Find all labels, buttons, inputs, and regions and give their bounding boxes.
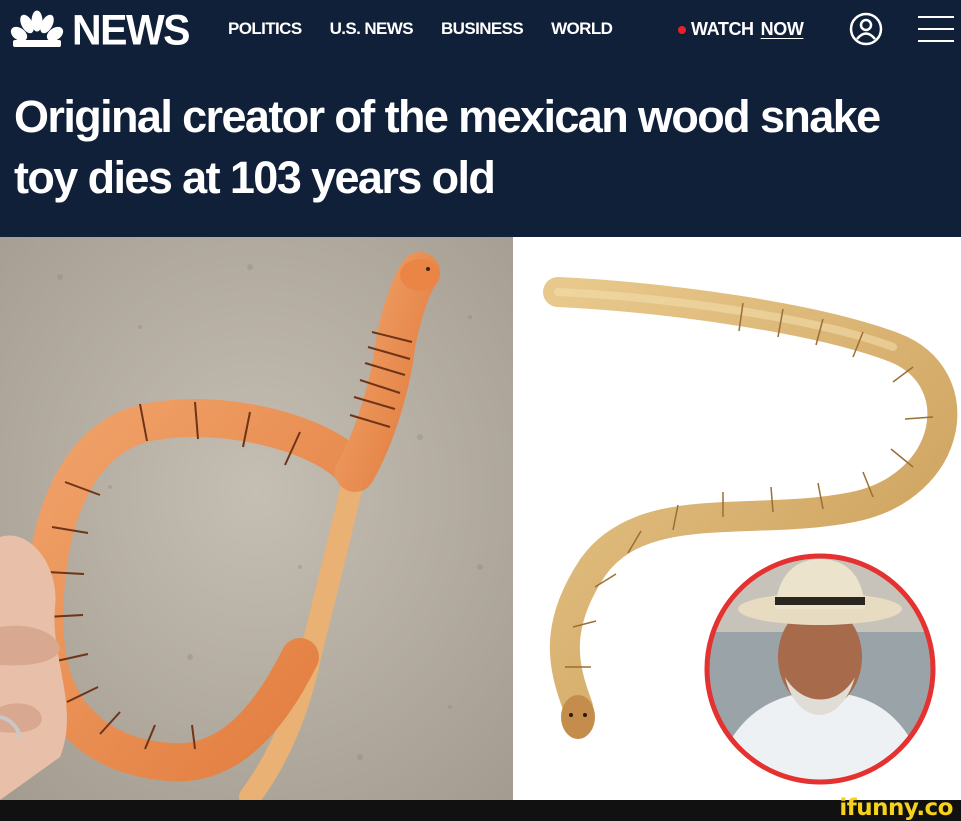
peacock-logo-icon bbox=[10, 10, 64, 47]
main-nav: POLITICS U.S. NEWS BUSINESS WORLD bbox=[228, 19, 640, 39]
nav-us-news[interactable]: U.S. NEWS bbox=[330, 19, 414, 39]
nav-business[interactable]: BUSINESS bbox=[441, 19, 524, 39]
logo-wordmark: NEWS bbox=[72, 5, 191, 54]
watch-now-label: NOW bbox=[760, 19, 804, 39]
snake-toy-photo-right bbox=[513, 237, 961, 800]
article-headline: Original creator of the mexican wood sna… bbox=[14, 86, 949, 208]
menu-line bbox=[918, 16, 954, 18]
watch-label: WATCH bbox=[691, 19, 754, 39]
hamburger-menu-icon[interactable] bbox=[918, 14, 954, 44]
nav-world[interactable]: WORLD bbox=[551, 19, 613, 39]
footer-strip bbox=[0, 800, 961, 820]
nav-politics[interactable]: POLITICS bbox=[228, 19, 302, 39]
ifunny-watermark: ifunny.co bbox=[839, 795, 953, 821]
menu-line bbox=[918, 40, 954, 42]
snake-toy-photo-left bbox=[0, 237, 513, 800]
top-nav-bar: NEWS POLITICS U.S. NEWS BUSINESS WORLD W… bbox=[0, 0, 961, 64]
watch-now-link[interactable]: WATCH NOW bbox=[678, 19, 804, 40]
site-header: NEWS POLITICS U.S. NEWS BUSINESS WORLD W… bbox=[0, 0, 961, 237]
menu-line bbox=[918, 28, 954, 30]
account-icon[interactable] bbox=[849, 12, 883, 46]
headline-line-1: Original creator of the mexican wood sna… bbox=[14, 91, 881, 142]
nbc-news-logo[interactable]: NEWS bbox=[10, 5, 191, 54]
live-dot-icon bbox=[678, 25, 686, 34]
headline-line-2: toy dies at 103 years old bbox=[14, 152, 496, 203]
